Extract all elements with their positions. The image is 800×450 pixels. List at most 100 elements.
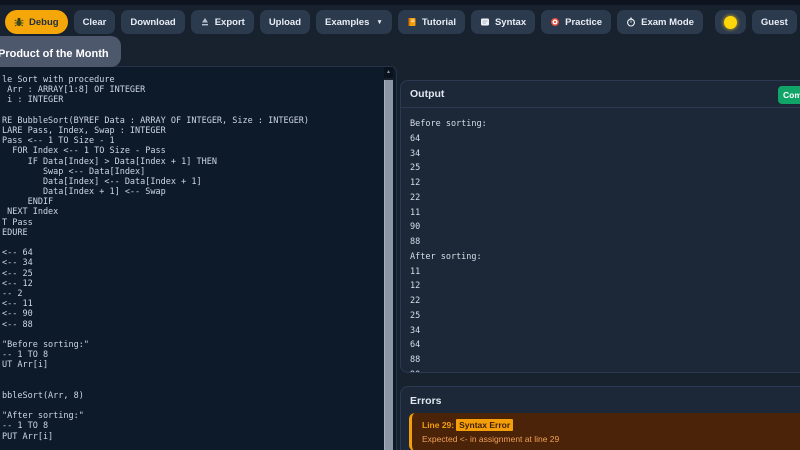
code-line: FOR Index <-- 1 TO Size - Pass <box>2 146 166 157</box>
output-console: Before sorting: 64 34 25 12 22 11 90 88 After sor… <box>410 117 800 372</box>
syntax-button[interactable]: Syntax <box>470 10 536 34</box>
code-editor-panel[interactable]: le Sort with procedure Arr : ARRAY[1:8] … <box>0 66 397 450</box>
code-line: IF Data[Index] > Data[Index + 1] THEN <box>2 156 217 167</box>
book-icon <box>407 17 417 27</box>
output-line: 34 <box>410 325 421 336</box>
compare-button[interactable]: Comp <box>778 86 800 104</box>
output-line: 90 <box>410 368 800 372</box>
error-message-text: Expected <- in assignment at line 29 <box>422 434 560 444</box>
export-icon <box>200 17 210 27</box>
clear-button-label: Clear <box>82 16 107 28</box>
examples-dropdown-button[interactable]: Examples ▼ <box>316 10 392 34</box>
sun-icon <box>723 15 737 29</box>
upload-button[interactable]: Upload <box>259 10 311 34</box>
examples-button-label: Examples <box>325 16 370 28</box>
target-icon <box>550 17 560 27</box>
clear-button[interactable]: Clear <box>73 10 116 34</box>
code-line: "After sorting:" <box>2 411 84 422</box>
code-line: -- 1 TO 8 <box>2 350 49 361</box>
editor-scrollbar-thumb[interactable] <box>384 80 393 450</box>
code-line: i : INTEGER <box>2 95 64 106</box>
output-line: 12 <box>410 178 421 188</box>
output-line: 88 <box>410 237 421 247</box>
code-line: Data[Index + 1] <-- Swap <box>2 187 166 198</box>
code-line: Arr : ARRAY[1:8] OF INTEGER <box>2 85 146 96</box>
code-line: <-- 12 <box>2 278 33 289</box>
window-top-strip <box>0 0 800 5</box>
code-editor-content[interactable]: le Sort with procedure Arr : ARRAY[1:8] … <box>2 75 372 442</box>
output-panel-title: Output <box>410 88 445 100</box>
code-line: PUT Arr[i] <box>2 431 54 442</box>
code-line: Pass <-- 1 TO Size - 1 <box>2 136 115 147</box>
error-location-row: Line 29: Syntax Error <box>422 419 800 431</box>
code-line: <-- 64 <box>2 248 33 259</box>
badge-label: Product of the Month <box>0 48 109 60</box>
debug-button[interactable]: Debug <box>5 10 68 34</box>
output-line: 25 <box>410 310 421 321</box>
code-line: NEXT Index <box>2 207 59 218</box>
practice-button[interactable]: Practice <box>541 10 612 34</box>
code-line: UT Arr[i] <box>2 360 49 371</box>
product-of-the-month-badge[interactable]: Product of the Month <box>0 36 121 67</box>
code-line: -- 2 <box>2 288 23 299</box>
code-line: T Pass <box>2 217 33 228</box>
export-button-label: Export <box>214 16 245 28</box>
code-line: <-- 25 <box>2 268 33 279</box>
code-line: EDURE <box>2 227 28 238</box>
code-line: Data[Index] <-- Data[Index + 1] <box>2 176 202 187</box>
chevron-down-icon: ▼ <box>376 18 383 26</box>
exam-mode-button-label: Exam Mode <box>641 16 694 28</box>
code-line: -- 1 TO 8 <box>2 421 49 432</box>
output-line: 11 <box>410 207 421 218</box>
export-button[interactable]: Export <box>190 10 254 34</box>
output-line: 12 <box>410 281 421 292</box>
output-panel-header: Output Comp <box>401 81 800 108</box>
output-line: After sorting: <box>410 251 482 262</box>
output-line: 22 <box>410 296 421 306</box>
error-message-box[interactable]: Line 29: Syntax Error Expected <- in ass… <box>409 413 800 450</box>
errors-panel-title: Errors <box>410 395 442 407</box>
output-line: 64 <box>410 340 421 351</box>
output-line: 90 <box>410 222 421 233</box>
editor-scrollbar[interactable]: ▲ <box>384 67 393 450</box>
code-line: Swap <-- Data[Index] <box>2 166 146 177</box>
guest-button[interactable]: Guest <box>751 10 797 34</box>
code-line: bbleSort(Arr, 8) <box>2 390 84 401</box>
code-line: RE BubbleSort(BYREF Data : ARRAY OF INTE… <box>2 115 310 126</box>
tutorial-button-label: Tutorial <box>421 16 456 28</box>
tutorial-button[interactable]: Tutorial <box>397 10 465 34</box>
download-button[interactable]: Download <box>121 10 185 34</box>
document-icon <box>480 17 490 27</box>
theme-toggle-button[interactable] <box>714 10 746 34</box>
code-line: <-- 11 <box>2 299 33 310</box>
output-line: 34 <box>410 148 421 159</box>
output-line: 25 <box>410 163 421 174</box>
exam-mode-button[interactable]: Exam Mode <box>617 10 703 34</box>
upload-button-label: Upload <box>268 16 302 28</box>
toolbar: Debug Clear Download Export Upload Examp… <box>5 9 800 35</box>
code-line: ENDIF <box>2 197 54 208</box>
error-type-badge: Syntax Error <box>456 419 514 431</box>
download-button-label: Download <box>130 16 176 28</box>
output-line: 64 <box>410 133 421 144</box>
output-line: Before sorting: <box>410 119 487 129</box>
scrollbar-up-arrow-icon[interactable]: ▲ <box>384 67 393 78</box>
code-line: <-- 34 <box>2 258 33 269</box>
stopwatch-icon <box>626 17 636 27</box>
error-line-number: Line 29: <box>422 420 455 430</box>
bug-icon <box>14 17 24 27</box>
guest-button-label: Guest <box>760 16 788 28</box>
errors-panel: Errors Line 29: Syntax Error Expected <-… <box>400 386 800 450</box>
code-line: LARE Pass, Index, Swap : INTEGER <box>2 125 166 136</box>
output-line: 22 <box>410 192 421 203</box>
debug-button-label: Debug <box>29 16 59 28</box>
output-line: 11 <box>410 266 421 277</box>
code-line: "Before sorting:" <box>2 339 89 350</box>
syntax-button-label: Syntax <box>494 16 527 28</box>
